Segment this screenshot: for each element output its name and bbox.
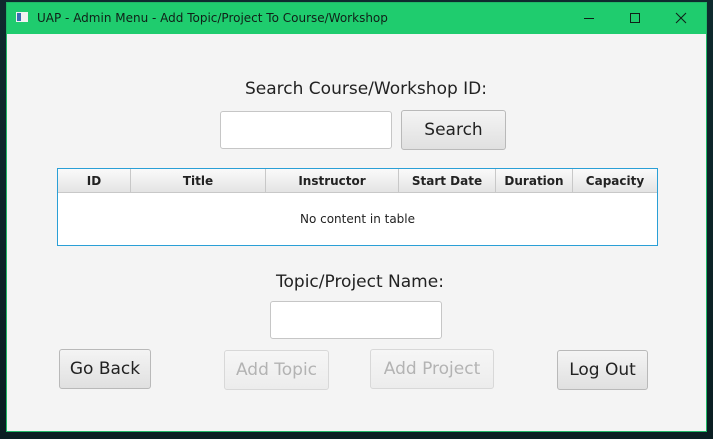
column-header-duration[interactable]: Duration — [496, 169, 573, 192]
go-back-button[interactable]: Go Back — [59, 349, 151, 389]
maximize-icon — [630, 12, 640, 23]
column-header-title[interactable]: Title — [131, 169, 266, 192]
course-table[interactable]: ID Title Instructor Start Date Duration … — [57, 168, 658, 246]
close-icon — [675, 12, 687, 23]
search-label: Search Course/Workshop ID: — [245, 79, 487, 99]
app-icon — [16, 12, 28, 22]
table-empty-placeholder: No content in table — [299, 212, 416, 226]
maximize-button[interactable] — [612, 2, 658, 33]
add-project-button[interactable]: Add Project — [370, 349, 494, 389]
minimize-icon — [584, 17, 594, 19]
log-out-button[interactable]: Log Out — [557, 350, 648, 390]
column-header-instructor[interactable]: Instructor — [266, 169, 399, 192]
window-title: UAP - Admin Menu - Add Topic/Project To … — [37, 11, 388, 25]
course-id-search-input[interactable] — [220, 111, 392, 149]
column-header-capacity[interactable]: Capacity — [573, 169, 657, 192]
column-header-start-date[interactable]: Start Date — [399, 169, 496, 192]
close-button[interactable] — [658, 2, 704, 33]
table-header: ID Title Instructor Start Date Duration … — [58, 169, 657, 193]
topic-project-label: Topic/Project Name: — [276, 272, 444, 292]
topic-project-name-input[interactable] — [270, 301, 442, 339]
column-header-id[interactable]: ID — [58, 169, 131, 192]
search-button[interactable]: Search — [401, 110, 506, 150]
minimize-button[interactable] — [566, 2, 612, 33]
add-topic-button[interactable]: Add Topic — [224, 350, 329, 390]
